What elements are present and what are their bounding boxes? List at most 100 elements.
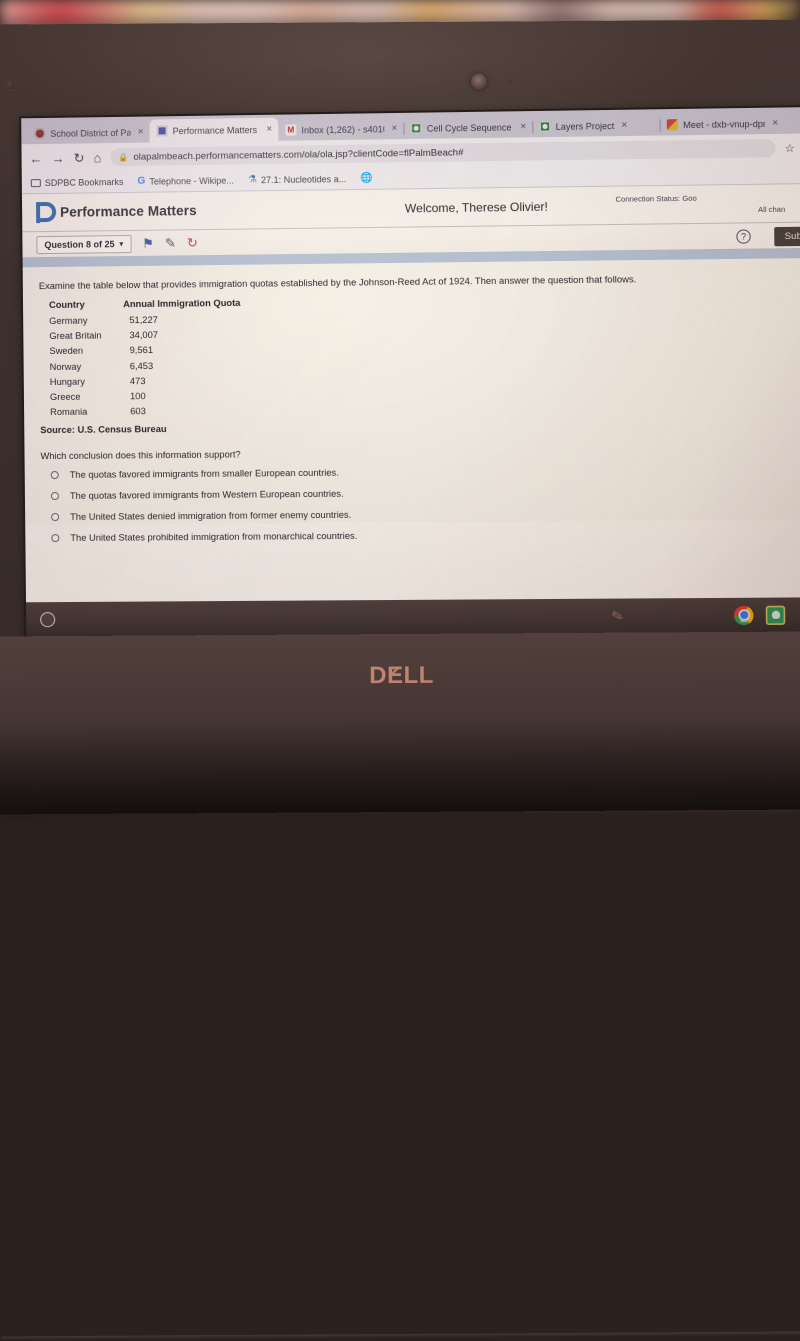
- back-icon[interactable]: ←: [30, 152, 43, 165]
- close-icon[interactable]: ×: [621, 120, 627, 131]
- pencil-icon[interactable]: ✎: [165, 236, 176, 249]
- flag-icon[interactable]: ⚑: [142, 237, 154, 250]
- performance-matters-page: Performance Matters Welcome, Therese Oli…: [22, 184, 800, 636]
- close-icon[interactable]: ×: [138, 127, 144, 138]
- laptop-screen: School District of Palm | × Performance …: [21, 107, 800, 636]
- performance-matters-favicon: [156, 125, 167, 136]
- connection-status: Connection Status: Goo All chan: [615, 191, 789, 217]
- browser-tab-layers-project[interactable]: Layers Project ×: [532, 114, 660, 137]
- bookmark-sdpbc[interactable]: SDPBC Bookmarks: [31, 176, 124, 187]
- radio-button[interactable]: [51, 534, 59, 542]
- cell-country: Sweden: [49, 343, 123, 359]
- home-icon[interactable]: ⌂: [93, 151, 101, 164]
- browser-tab-school-district[interactable]: School District of Palm | ×: [27, 122, 149, 145]
- tab-title: Layers Project: [556, 120, 615, 131]
- close-icon[interactable]: ×: [266, 124, 272, 135]
- app-brand-name: Performance Matters: [60, 203, 197, 220]
- close-icon[interactable]: ×: [391, 123, 397, 134]
- answer-option-label: The quotas favored immigrants from small…: [70, 468, 339, 480]
- chromeos-shelf: ✎: [26, 597, 800, 636]
- webcam-lens-icon: [471, 73, 487, 89]
- answer-option-label: The United States prohibited immigration…: [70, 531, 357, 543]
- bookmark-nucleotides[interactable]: ⚗ 27.1: Nucleotides a...: [248, 173, 346, 185]
- connection-status-sub: All chan: [616, 203, 790, 217]
- table-row: Romania 603: [50, 403, 242, 420]
- tab-title: School District of Palm |: [50, 127, 130, 138]
- column-header-country: Country: [49, 297, 123, 313]
- cell-quota: 6,453: [124, 357, 241, 373]
- globe-icon: 🌐: [360, 173, 373, 184]
- column-header-quota: Annual Immigration Quota: [123, 296, 240, 313]
- answer-option-d[interactable]: The United States prohibited immigration…: [41, 522, 790, 549]
- cell-country: Germany: [49, 313, 123, 329]
- bookmark-label: Telephone - Wikipe...: [149, 175, 234, 186]
- folder-icon: [31, 179, 41, 187]
- table-source: Source: U.S. Census Bureau: [40, 418, 789, 435]
- cell-quota: 100: [124, 388, 241, 404]
- tab-title: Meet - dxb-vnup-dpr: [683, 118, 765, 129]
- submit-button[interactable]: Sub: [774, 227, 800, 247]
- close-icon[interactable]: ×: [772, 118, 778, 129]
- radio-button[interactable]: [51, 471, 59, 479]
- cell-country: Great Britain: [49, 328, 123, 344]
- gmail-favicon: M: [285, 124, 296, 135]
- tab-title: Cell Cycle Sequence Car: [427, 122, 513, 133]
- tab-title: Inbox (1,262) - s401017: [301, 124, 384, 135]
- bookmark-telephone[interactable]: G Telephone - Wikipe...: [137, 175, 233, 187]
- cell-quota: 473: [124, 372, 241, 388]
- active-app-indicator: [740, 620, 747, 622]
- launcher-icon[interactable]: [40, 612, 55, 627]
- bookmark-label: 27.1: Nucleotides a...: [261, 174, 346, 185]
- palmrest-edge: [2, 1332, 800, 1341]
- cell-country: Norway: [50, 358, 124, 374]
- sdpb-favicon: [34, 128, 45, 139]
- performance-matters-logo-icon: [36, 202, 53, 223]
- cell-quota: 9,561: [124, 342, 241, 358]
- bookmark-star-icon[interactable]: ☆: [785, 141, 795, 154]
- lock-icon: 🔒: [118, 152, 128, 161]
- dell-logo: DELL: [0, 659, 800, 692]
- reload-icon[interactable]: ↻: [74, 151, 85, 164]
- bookmark-label: SDPBC Bookmarks: [45, 176, 124, 187]
- google-icon: G: [137, 176, 145, 187]
- reset-icon[interactable]: ↻: [187, 236, 198, 249]
- chevron-down-icon: ▾: [120, 240, 124, 248]
- question-prompt: Examine the table below that provides im…: [39, 272, 788, 291]
- address-bar[interactable]: 🔒 olapalmbeach.performancematters.com/ol…: [110, 139, 775, 166]
- cell-country: Romania: [50, 404, 124, 420]
- flask-icon: ⚗: [248, 174, 257, 185]
- browser-tab-performance-matters[interactable]: Performance Matters | O ×: [149, 118, 278, 143]
- cell-country: Greece: [50, 389, 124, 405]
- answer-option-label: The quotas favored immigrants from Weste…: [70, 489, 344, 501]
- chrome-icon[interactable]: [734, 605, 754, 624]
- bookmark-globe[interactable]: 🌐: [360, 173, 373, 184]
- cell-quota: 603: [124, 403, 241, 419]
- forward-icon[interactable]: →: [52, 151, 65, 164]
- cell-quota: 51,227: [123, 311, 240, 328]
- browser-tab-cell-cycle[interactable]: Cell Cycle Sequence Car ×: [403, 116, 532, 139]
- classroom-favicon: [539, 121, 550, 132]
- table-row: Greece 100: [50, 388, 242, 405]
- browser-tab-inbox[interactable]: M Inbox (1,262) - s401017 ×: [278, 118, 403, 141]
- help-button[interactable]: ?: [736, 229, 750, 243]
- question-selector-label: Question 8 of 25: [44, 239, 114, 250]
- stylus-icon[interactable]: ✎: [610, 606, 625, 625]
- browser-tab-meet[interactable]: Meet - dxb-vnup-dpr ×: [660, 113, 785, 136]
- app-logo: Performance Matters: [36, 198, 338, 223]
- answer-option-label: The United States denied immigration fro…: [70, 510, 351, 522]
- close-icon[interactable]: ×: [520, 121, 526, 132]
- url-text: olapalmbeach.performancematters.com/ola/…: [133, 147, 463, 163]
- dell-laptop: School District of Palm | × Performance …: [0, 19, 800, 814]
- radio-button[interactable]: [51, 492, 59, 500]
- question-body: Examine the table below that provides im…: [23, 258, 800, 525]
- question-text: Which conclusion does this information s…: [40, 444, 789, 461]
- radio-button[interactable]: [51, 513, 59, 521]
- classroom-favicon: [411, 123, 422, 134]
- classroom-icon[interactable]: [766, 605, 786, 624]
- tab-title: Performance Matters | O: [173, 124, 260, 135]
- question-selector-dropdown[interactable]: Question 8 of 25 ▾: [36, 234, 131, 253]
- cell-quota: 34,007: [123, 327, 240, 343]
- cell-country: Hungary: [50, 374, 124, 390]
- bezel-screw: [6, 80, 15, 89]
- immigration-quota-table: Country Annual Immigration Quota Germany…: [49, 296, 242, 420]
